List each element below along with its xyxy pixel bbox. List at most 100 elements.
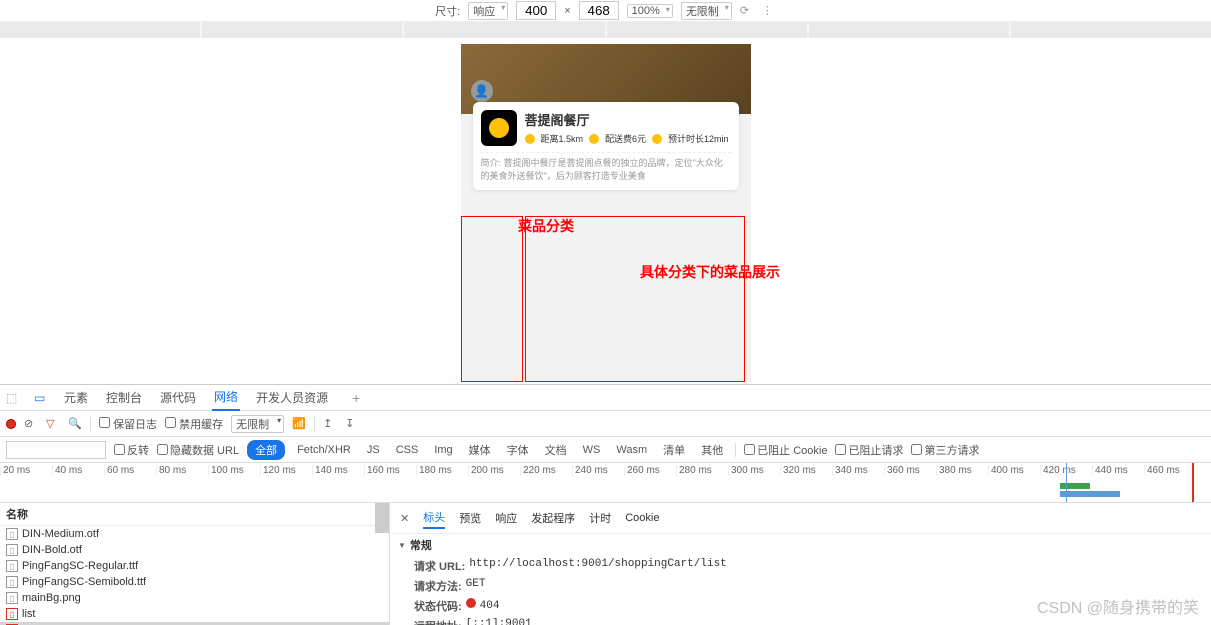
type-js[interactable]: JS <box>363 442 384 458</box>
dtab-cookie[interactable]: Cookie <box>625 510 659 526</box>
filter-input[interactable] <box>6 441 106 459</box>
blocked-cookie-checkbox[interactable]: 已阻止 Cookie <box>744 442 827 458</box>
user-icon[interactable]: 👤 <box>471 80 493 102</box>
timeline-tick: 60 ms <box>104 465 156 476</box>
type-css[interactable]: CSS <box>392 442 423 458</box>
timeline-tick: 220 ms <box>520 465 572 476</box>
upload-icon[interactable]: ↥ <box>323 417 337 430</box>
timeline-tick: 320 ms <box>780 465 832 476</box>
third-party-checkbox[interactable]: 第三方请求 <box>911 442 979 458</box>
timeline-tick: 40 ms <box>52 465 104 476</box>
timeline-marker-red <box>1192 463 1194 502</box>
type-fetchxhr[interactable]: Fetch/XHR <box>293 442 355 458</box>
type-other[interactable]: 其他 <box>697 440 727 460</box>
dtab-response[interactable]: 响应 <box>495 508 517 528</box>
search-icon[interactable]: 🔍 <box>68 417 82 430</box>
scrollbar[interactable] <box>375 503 389 533</box>
type-img[interactable]: Img <box>430 442 456 458</box>
timeline-tick: 460 ms <box>1144 465 1196 476</box>
type-wasm[interactable]: Wasm <box>612 442 651 458</box>
type-ws[interactable]: WS <box>579 442 605 458</box>
overflow-icon[interactable]: ⋮ <box>762 4 776 18</box>
size-label: 尺寸: <box>435 3 460 19</box>
tab-network[interactable]: 网络 <box>212 384 240 411</box>
tab-devres[interactable]: 开发人员资源 <box>254 385 330 410</box>
request-row[interactable]: ▯DIN-Bold.otf <box>0 542 389 558</box>
network-timeline[interactable]: 20 ms40 ms60 ms80 ms100 ms120 ms140 ms16… <box>0 463 1211 503</box>
inspect-icon[interactable]: ⬚ <box>6 391 20 405</box>
type-all[interactable]: 全部 <box>247 440 285 460</box>
detail-tabs: ✕ 标头 预览 响应 发起程序 计时 Cookie <box>390 503 1211 534</box>
timeline-tick: 300 ms <box>728 465 780 476</box>
timeline-tick: 140 ms <box>312 465 364 476</box>
device-icon[interactable]: ▭ <box>34 391 48 405</box>
timeline-bar-green <box>1060 483 1090 489</box>
zoom-select[interactable]: 100% <box>627 4 673 18</box>
preserve-log-checkbox[interactable]: 保留日志 <box>99 416 157 432</box>
dtab-initiator[interactable]: 发起程序 <box>531 508 575 528</box>
add-tab-icon[interactable]: + <box>352 390 360 406</box>
blocked-req-checkbox[interactable]: 已阻止请求 <box>835 442 903 458</box>
invert-checkbox[interactable]: 反转 <box>114 442 149 458</box>
rotate-icon[interactable]: ⟳ <box>740 4 754 18</box>
dish-panel[interactable] <box>525 216 745 382</box>
request-row[interactable]: ▯DIN-Medium.otf <box>0 526 389 542</box>
timeline-tick: 280 ms <box>676 465 728 476</box>
download-icon[interactable]: ↧ <box>345 417 359 430</box>
tab-elements[interactable]: 元素 <box>62 385 90 410</box>
height-input[interactable] <box>579 1 619 20</box>
timeline-tick: 440 ms <box>1092 465 1144 476</box>
devtools-main-tabs: ⬚ ▭ 元素 控制台 源代码 网络 开发人员资源 + <box>0 385 1211 411</box>
header-status: 状态代码:404 <box>390 596 1211 616</box>
dtab-timing[interactable]: 计时 <box>589 508 611 528</box>
request-name: PingFangSC-Semibold.ttf <box>22 576 146 588</box>
disable-cache-checkbox[interactable]: 禁用缓存 <box>165 416 223 432</box>
request-row[interactable]: ▯ PingFangSC-Semibold.ttf <box>0 574 389 590</box>
responsive-toolbar: 尺寸: 响应 × 100% 无限制 ⟳ ⋮ <box>0 0 1211 22</box>
type-font[interactable]: 字体 <box>503 440 533 460</box>
general-section[interactable]: 常规 <box>390 534 1211 556</box>
throttle-select-2[interactable]: 无限制 <box>231 415 284 433</box>
file-icon: ▯ <box>6 576 18 588</box>
type-manifest[interactable]: 清单 <box>659 440 689 460</box>
timeline-tick: 260 ms <box>624 465 676 476</box>
wifi-icon[interactable]: 📶 <box>292 417 306 430</box>
tab-sources[interactable]: 源代码 <box>158 385 198 410</box>
throttle-select[interactable]: 无限制 <box>681 2 732 20</box>
clear-icon[interactable]: ⊘ <box>24 417 38 430</box>
close-icon[interactable]: ✕ <box>400 512 409 525</box>
shop-card[interactable]: 菩提阁餐厅 距离1.5km 配送费6元 预计时长12min 简介: 菩提阁中餐厅… <box>473 102 739 190</box>
timeline-tick: 340 ms <box>832 465 884 476</box>
fit-mode-select[interactable]: 响应 <box>468 2 508 20</box>
shop-tags: 距离1.5km 配送费6元 预计时长12min <box>525 132 731 145</box>
width-input[interactable] <box>516 1 556 20</box>
type-doc[interactable]: 文档 <box>541 440 571 460</box>
tab-console[interactable]: 控制台 <box>104 385 144 410</box>
timeline-tick: 20 ms <box>0 465 52 476</box>
eta-icon <box>652 134 662 144</box>
request-list-header[interactable]: 名称 <box>0 503 389 526</box>
devtools-panel: ⬚ ▭ 元素 控制台 源代码 网络 开发人员资源 + ⊘ ▽ 🔍 保留日志 禁用… <box>0 384 1211 624</box>
request-row[interactable]: ▯mainBg.png <box>0 590 389 606</box>
request-name: DIN-Medium.otf <box>22 528 99 540</box>
request-name: PingFangSC-Regular.ttf <box>22 560 138 572</box>
hide-dataurl-checkbox[interactable]: 隐藏数据 URL <box>157 442 239 458</box>
status-dot-icon <box>466 598 476 608</box>
file-icon: ▯ <box>6 608 18 620</box>
request-row[interactable]: ▯ PingFangSC-Regular.ttf <box>0 558 389 574</box>
timeline-tick: 240 ms <box>572 465 624 476</box>
file-icon: ▯ <box>6 544 18 556</box>
request-row[interactable]: ▯list <box>0 606 389 622</box>
distance-icon <box>525 134 535 144</box>
type-media[interactable]: 媒体 <box>465 440 495 460</box>
record-icon[interactable] <box>6 419 16 429</box>
dtab-headers[interactable]: 标头 <box>423 507 445 529</box>
shop-description: 简介: 菩提阁中餐厅是菩提阁点餐的独立的品牌，定位"大众化的美食外送餐饮"，后为… <box>481 152 731 182</box>
shop-name: 菩提阁餐厅 <box>525 110 731 129</box>
filter-icon[interactable]: ▽ <box>46 417 60 430</box>
file-icon: ▯ <box>6 560 18 572</box>
dtab-preview[interactable]: 预览 <box>459 508 481 528</box>
category-panel[interactable] <box>461 216 523 382</box>
timeline-tick: 80 ms <box>156 465 208 476</box>
content-row <box>461 220 751 382</box>
